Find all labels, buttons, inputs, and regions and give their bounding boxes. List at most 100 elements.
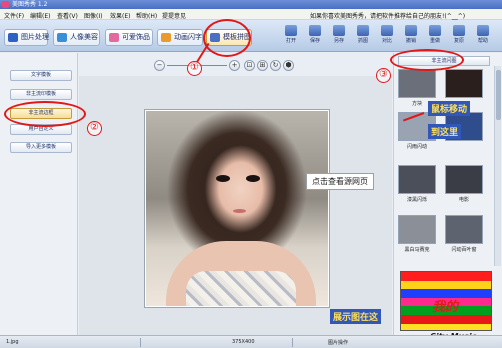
save-button[interactable]: 保存 xyxy=(306,23,324,49)
minus-icon: − xyxy=(156,61,163,69)
preview-stripe xyxy=(401,323,491,330)
photo-icon xyxy=(8,33,18,42)
fit-icon: ⊡ xyxy=(246,61,253,69)
effect-thumb-mosaic[interactable] xyxy=(398,215,436,244)
undo-label: 撤销 xyxy=(405,38,416,44)
zoom-out-button[interactable]: − xyxy=(154,60,165,71)
compare-label: 对比 xyxy=(381,38,392,44)
annotation-move-line1: 鼠标移动 xyxy=(431,105,468,115)
compare-icon xyxy=(381,25,393,36)
effect-thumb-movie[interactable] xyxy=(445,165,483,194)
animation-icon xyxy=(161,33,171,42)
import-templates-button[interactable]: 导入更多模板 xyxy=(10,142,72,153)
tab-decorations[interactable]: 可爱饰品 xyxy=(105,29,153,46)
annotation-ring-category xyxy=(390,49,464,71)
annotation-ring-frame xyxy=(4,101,86,127)
effect-thumb-blackflash[interactable] xyxy=(398,165,436,194)
text-template-button[interactable]: 文字模板 xyxy=(10,70,72,81)
effect-label: 闪雨闪动 xyxy=(406,144,427,150)
photo-dress xyxy=(186,271,296,306)
menu-bar: 文件(F) 编辑(E) 查看(V) 图像(I) 效果(E) 帮助(H) 提提意见… xyxy=(0,9,502,20)
save-label: 保存 xyxy=(309,38,320,44)
menu-edit[interactable]: 编辑(E) xyxy=(30,11,50,20)
zoom-in-button[interactable]: + xyxy=(229,60,240,71)
restore-icon xyxy=(453,25,465,36)
effect-thumb-blinds[interactable] xyxy=(445,215,483,244)
annotation-move-line2: 到这里 xyxy=(431,128,459,138)
app-logo-icon xyxy=(2,1,9,8)
effect-label: 黑白马赛克 xyxy=(404,247,430,253)
title-bar: 美图秀秀 1.2 xyxy=(0,0,502,9)
scrollbar-thumb[interactable] xyxy=(496,70,501,120)
effect-label: 漆黑闪烁 xyxy=(406,197,427,203)
menu-feedback[interactable]: 提提意见 xyxy=(162,11,186,20)
promo-notice: 如果你喜欢美图秀秀，请把软件推荐给自己的朋友!(^__^) xyxy=(310,13,466,20)
undo-button[interactable]: 撤销 xyxy=(402,23,420,49)
restore-label: 复原 xyxy=(453,38,464,44)
open-icon xyxy=(285,25,297,36)
crop-icon: ⬢ xyxy=(285,61,292,69)
tab-label: 可爱饰品 xyxy=(122,33,150,41)
annotation-ring-tab xyxy=(203,19,251,57)
effect-label: 电影 xyxy=(458,197,469,203)
save-icon xyxy=(309,25,321,36)
help-icon xyxy=(477,25,489,36)
capture-button[interactable]: 抓图 xyxy=(354,23,372,49)
status-separator xyxy=(140,338,141,347)
nonmainstream-stamp-button[interactable]: 非主流印模板 xyxy=(10,89,72,100)
menu-effect[interactable]: 效果(E) xyxy=(110,11,130,20)
save-as-label: 另存 xyxy=(333,38,344,44)
tab-label: 人像美容 xyxy=(70,33,98,41)
redo-button[interactable]: 重做 xyxy=(426,23,444,49)
app-window: 美图秀秀 1.2 文件(F) 编辑(E) 查看(V) 图像(I) 效果(E) 帮… xyxy=(0,0,502,348)
actual-size-button[interactable]: ⊞ xyxy=(257,60,268,71)
watermark-text: 我的 xyxy=(432,300,459,315)
annotation-preview-note: 展示图在这 xyxy=(330,309,382,324)
annotation-move-note: 鼠标移动 xyxy=(428,101,471,116)
effects-scrollbar[interactable] xyxy=(494,66,501,266)
main-toolbar: 图片处理 人像美容 可爱饰品 动画闪字 模板拼图 打开 保存 另存 抓图 对比 … xyxy=(0,20,502,52)
view-source-tooltip[interactable]: 点击查看源网页 xyxy=(306,173,374,190)
photo-left-eye xyxy=(216,175,230,182)
actual-size-icon: ⊞ xyxy=(259,61,266,69)
photo-lips xyxy=(233,209,246,213)
portrait-photo[interactable] xyxy=(145,110,329,307)
compare-button[interactable]: 对比 xyxy=(378,23,396,49)
annotation-number-1: ① xyxy=(187,61,202,76)
open-button[interactable]: 打开 xyxy=(282,23,300,49)
preview-stripe xyxy=(401,280,491,290)
menu-image[interactable]: 图像(I) xyxy=(84,11,102,20)
capture-label: 抓图 xyxy=(357,38,368,44)
tab-photo-edit[interactable]: 图片处理 xyxy=(4,29,49,46)
tab-animation[interactable]: 动画闪字 xyxy=(157,29,203,46)
portrait-icon xyxy=(57,33,67,42)
rotate-button[interactable]: ↻ xyxy=(270,60,281,71)
effect-label: 闪动百叶窗 xyxy=(451,247,477,253)
menu-file[interactable]: 文件(F) xyxy=(4,11,24,20)
tab-label: 动画闪字 xyxy=(174,33,202,41)
rotate-icon: ↻ xyxy=(272,61,279,69)
status-image-size: 375X400 xyxy=(232,339,255,345)
crop-button[interactable]: ⬢ xyxy=(283,60,294,71)
tab-label: 图片处理 xyxy=(21,33,49,41)
preview-stripe xyxy=(401,272,491,281)
redo-icon xyxy=(429,25,441,36)
help-button[interactable]: 帮助 xyxy=(474,23,492,49)
fit-window-button[interactable]: ⊡ xyxy=(244,60,255,71)
save-as-button[interactable]: 另存 xyxy=(330,23,348,49)
effect-thumb-block[interactable] xyxy=(398,69,436,98)
status-separator xyxy=(292,338,293,347)
open-label: 打开 xyxy=(285,38,296,44)
effect-thumb-dark[interactable] xyxy=(445,69,483,98)
decoration-icon xyxy=(109,33,119,42)
menu-help[interactable]: 帮助(H) xyxy=(136,11,157,20)
annotation-number-3: ③ xyxy=(376,68,391,83)
restore-button[interactable]: 复原 xyxy=(450,23,468,49)
window-title: 美图秀秀 1.2 xyxy=(12,1,48,8)
status-action: 图片操作 xyxy=(328,340,349,346)
redo-label: 重做 xyxy=(429,38,440,44)
left-template-panel: 文字模板 非主流印模板 非主流边框 用户自定义 导入更多模板 xyxy=(0,53,78,335)
menu-view[interactable]: 查看(V) xyxy=(57,11,78,20)
help-label: 帮助 xyxy=(477,38,488,44)
tab-portrait[interactable]: 人像美容 xyxy=(53,29,100,46)
